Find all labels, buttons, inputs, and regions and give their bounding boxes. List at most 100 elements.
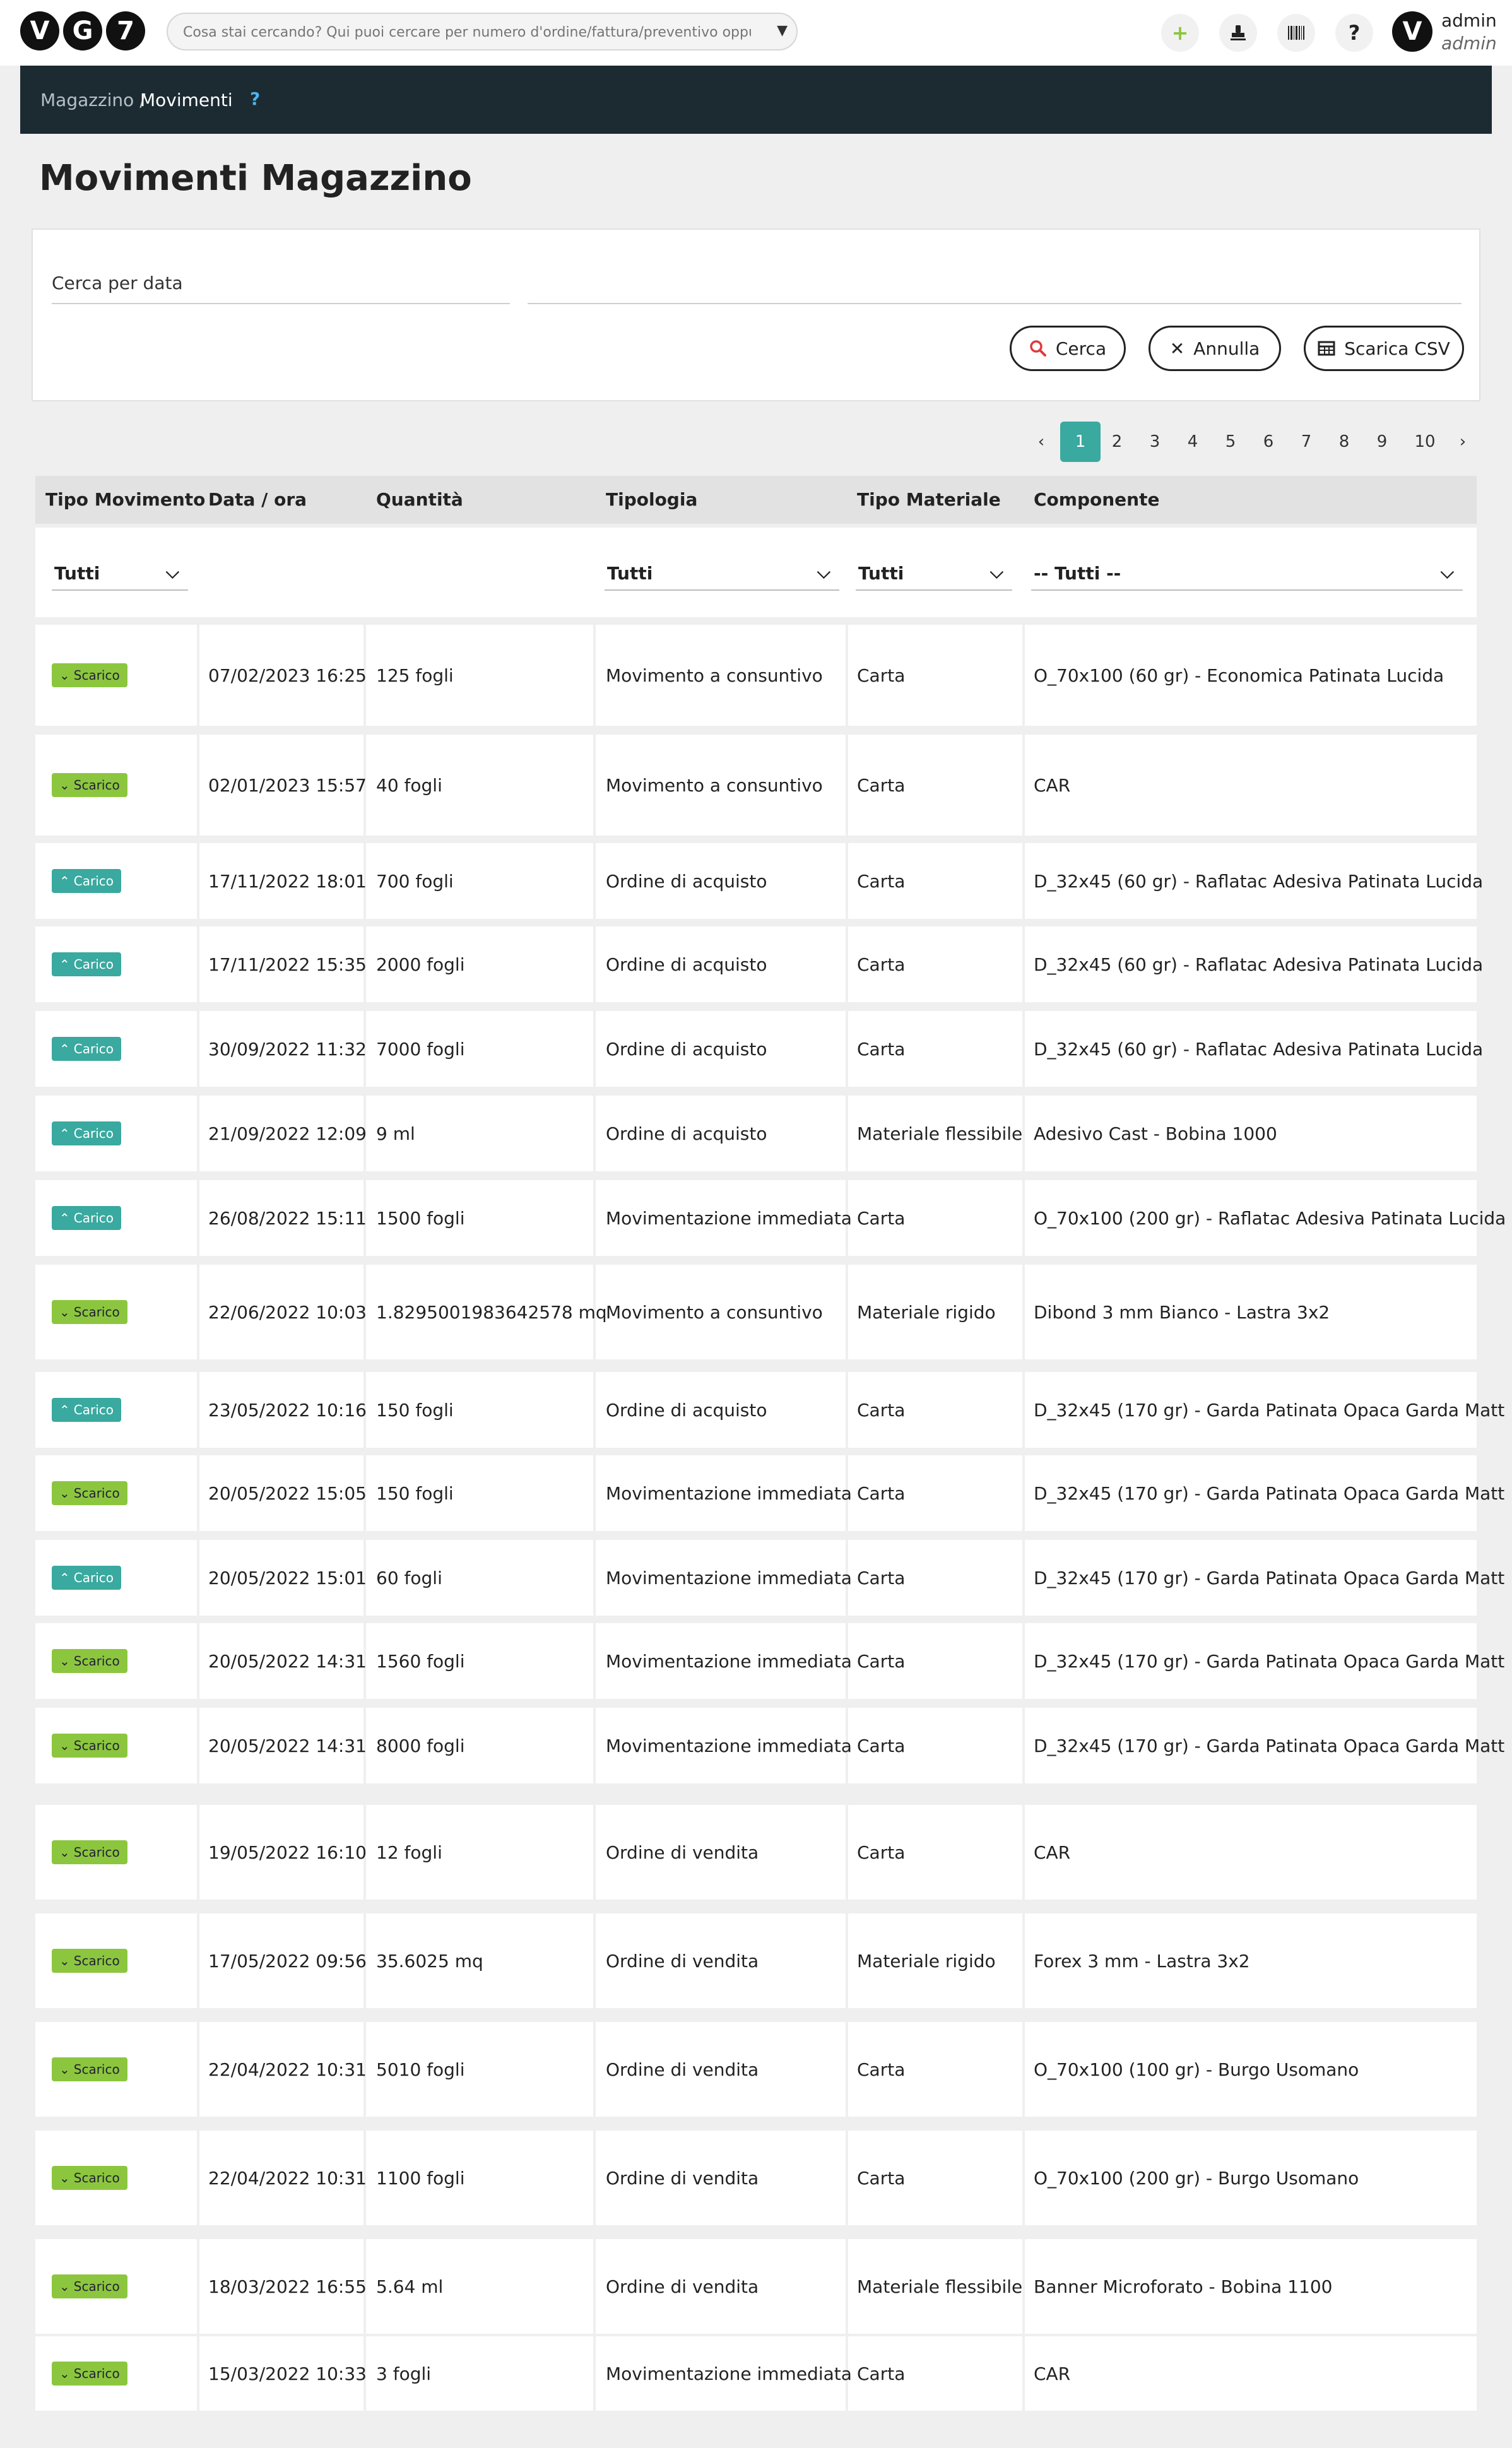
csv-button-label: Scarica CSV: [1344, 338, 1450, 359]
column-divider: [1022, 625, 1025, 726]
col-componente[interactable]: Componente: [1034, 476, 1159, 524]
table-header: Tipo Movimento Data / ora Quantità Tipol…: [35, 476, 1477, 524]
column-divider: [197, 1011, 199, 1087]
avatar[interactable]: V: [1392, 11, 1432, 52]
filter-card: Cerca per data Cerca ✕ Annulla Scarica C…: [32, 228, 1480, 401]
column-divider: [593, 1623, 596, 1699]
date-filter-label[interactable]: Cerca per data: [52, 273, 183, 293]
barcode-icon[interactable]: [1277, 14, 1315, 52]
column-divider: [1022, 2336, 1025, 2411]
pagination-next[interactable]: ›: [1448, 422, 1478, 462]
table-row[interactable]: ⌃ Carico 23/05/2022 10:16 150 fogli Ordine d…: [35, 1372, 1504, 1448]
date-field-from[interactable]: [52, 303, 510, 304]
chevron-up-icon: ⌃: [59, 1210, 70, 1226]
chevron-up-icon: ⌃: [59, 1402, 70, 1417]
tipologia-cell: Ordine di vendita: [606, 2167, 759, 2189]
table-row[interactable]: ⌄ Scarico 07/02/2023 16:25 125 fogli Movimen…: [35, 625, 1477, 726]
table-row[interactable]: ⌄ Scarico 22/04/2022 10:31 1100 fogli Ordine…: [35, 2131, 1477, 2225]
qty-cell: 60 fogli: [376, 1567, 442, 1588]
pagination-page[interactable]: 7: [1291, 422, 1321, 462]
column-divider: [1022, 1623, 1025, 1699]
global-search[interactable]: ▼: [167, 13, 798, 50]
tipo-movimento-select[interactable]: Tutti ⌵: [52, 559, 188, 591]
pagination-page[interactable]: 8: [1329, 422, 1359, 462]
pagination-page[interactable]: 1: [1060, 422, 1101, 462]
tipo-movimento-cell: ⌃ Carico: [52, 926, 121, 1002]
cancel-button[interactable]: ✕ Annulla: [1149, 326, 1281, 371]
column-divider: [197, 735, 199, 836]
csv-button[interactable]: Scarica CSV: [1304, 326, 1464, 371]
table-row[interactable]: ⌃ Carico 21/09/2022 12:09 9 ml Ordine di acq…: [35, 1096, 1477, 1171]
status-badge: ⌄ Scarico: [52, 2362, 127, 2386]
table-row[interactable]: ⌃ Carico 20/05/2022 15:01 60 fogli Movimenta…: [35, 1540, 1504, 1616]
table-row[interactable]: ⌄ Scarico 20/05/2022 15:05 150 fogli Movimen…: [35, 1455, 1504, 1531]
materiale-cell: Carta: [857, 1567, 906, 1588]
materiale-cell: Carta: [857, 2167, 906, 2189]
col-data-ora[interactable]: Data / ora: [208, 476, 307, 524]
pagination-page[interactable]: 9: [1367, 422, 1397, 462]
table-row[interactable]: ⌄ Scarico 20/05/2022 14:31 8000 fogli Movime…: [35, 1708, 1504, 1783]
caret-down-icon[interactable]: ▼: [777, 23, 788, 38]
componente-select[interactable]: -- Tutti -- ⌵: [1031, 559, 1463, 591]
tipologia-cell: Ordine di acquisto: [606, 954, 767, 975]
col-tipologia[interactable]: Tipologia: [606, 476, 697, 524]
pagination-page[interactable]: 2: [1102, 422, 1132, 462]
table-row[interactable]: ⌄ Scarico 20/05/2022 14:31 1560 fogli Movime…: [35, 1623, 1504, 1699]
status-badge: ⌄ Scarico: [52, 2274, 127, 2298]
col-quantita[interactable]: Quantità: [376, 476, 463, 524]
col-tipo-movimento[interactable]: Tipo Movimento: [45, 476, 205, 524]
tipologia-cell: Movimento a consuntivo: [606, 1301, 823, 1323]
table-row[interactable]: ⌄ Scarico 18/03/2022 16:55 5.64 ml Ordine di…: [35, 2239, 1477, 2334]
col-tipo-materiale[interactable]: Tipo Materiale: [857, 476, 1001, 524]
pagination-page[interactable]: 10: [1405, 422, 1445, 462]
user-name[interactable]: admin: [1441, 10, 1497, 31]
qty-cell: 9 ml: [376, 1123, 415, 1144]
componente-cell: O_70x100 (200 gr) - Burgo Usomano: [1034, 2167, 1359, 2189]
table-row[interactable]: ⌄ Scarico 19/05/2022 16:10 12 fogli Ordine d…: [35, 1805, 1477, 1900]
date-cell: 18/03/2022 16:55: [208, 2276, 367, 2297]
search-button[interactable]: Cerca: [1010, 326, 1126, 371]
question-icon[interactable]: ?: [1335, 14, 1373, 52]
column-divider: [197, 1540, 199, 1616]
tipo-movimento-cell: ⌃ Carico: [52, 1096, 121, 1171]
plus-icon[interactable]: +: [1161, 14, 1199, 52]
chevron-up-icon: ⌃: [59, 1041, 70, 1056]
tipo-movimento-cell: ⌃ Carico: [52, 1180, 121, 1256]
pagination-prev[interactable]: ‹: [1026, 422, 1056, 462]
table-row[interactable]: ⌃ Carico 17/11/2022 15:35 2000 fogli Ordine …: [35, 926, 1483, 1002]
chevron-down-icon: ⌄: [59, 2366, 70, 2381]
tipo-materiale-select[interactable]: Tutti ⌵: [856, 559, 1012, 591]
table-row[interactable]: ⌄ Scarico 02/01/2023 15:57 40 fogli Moviment…: [35, 735, 1477, 836]
table-row[interactable]: ⌄ Scarico 22/04/2022 10:31 5010 fogli Ordine…: [35, 2022, 1477, 2117]
table-row[interactable]: ⌃ Carico 26/08/2022 15:11 1500 fogli Movimen…: [35, 1180, 1506, 1256]
status-badge-label: Scarico: [73, 1953, 120, 1968]
qty-cell: 1560 fogli: [376, 1650, 465, 1672]
materiale-cell: Carta: [857, 1842, 906, 1863]
status-badge: ⌃ Carico: [52, 952, 121, 976]
stamp-icon[interactable]: [1219, 14, 1257, 52]
date-field-to[interactable]: [528, 303, 1462, 304]
table-row[interactable]: ⌄ Scarico 22/06/2022 10:03 1.82950019836425…: [35, 1265, 1477, 1359]
breadcrumb-parent[interactable]: Magazzino /: [40, 90, 146, 110]
status-badge-label: Scarico: [73, 778, 120, 793]
search-input[interactable]: [182, 14, 752, 50]
help-icon[interactable]: ?: [250, 88, 260, 109]
table-row[interactable]: ⌃ Carico 30/09/2022 11:32 7000 fogli Ordine …: [35, 1011, 1483, 1087]
table-row[interactable]: ⌄ Scarico 17/05/2022 09:56 35.6025 mq Ordine…: [35, 1913, 1477, 2008]
date-cell: 07/02/2023 16:25: [208, 665, 367, 686]
column-divider: [1022, 1913, 1025, 2008]
column-divider: [1022, 1180, 1025, 1256]
pagination-page[interactable]: 4: [1178, 422, 1208, 462]
status-badge: ⌄ Scarico: [52, 2166, 127, 2190]
status-badge: ⌄ Scarico: [52, 663, 127, 687]
pagination-page[interactable]: 5: [1215, 422, 1246, 462]
materiale-cell: Materiale flessibile: [857, 1123, 1023, 1144]
vg7-logo[interactable]: V G 7: [20, 11, 145, 53]
tipologia-select[interactable]: Tutti ⌵: [605, 559, 839, 591]
tipo-movimento-cell: ⌄ Scarico: [52, 2131, 127, 2225]
table-row[interactable]: ⌄ Scarico 15/03/2022 10:33 3 fogli Movimenta…: [35, 2336, 1477, 2411]
pagination-page[interactable]: 6: [1253, 422, 1284, 462]
chevron-down-icon: ⌵: [165, 562, 179, 582]
table-row[interactable]: ⌃ Carico 17/11/2022 18:01 700 fogli Ordine d…: [35, 843, 1483, 919]
pagination-page[interactable]: 3: [1140, 422, 1170, 462]
